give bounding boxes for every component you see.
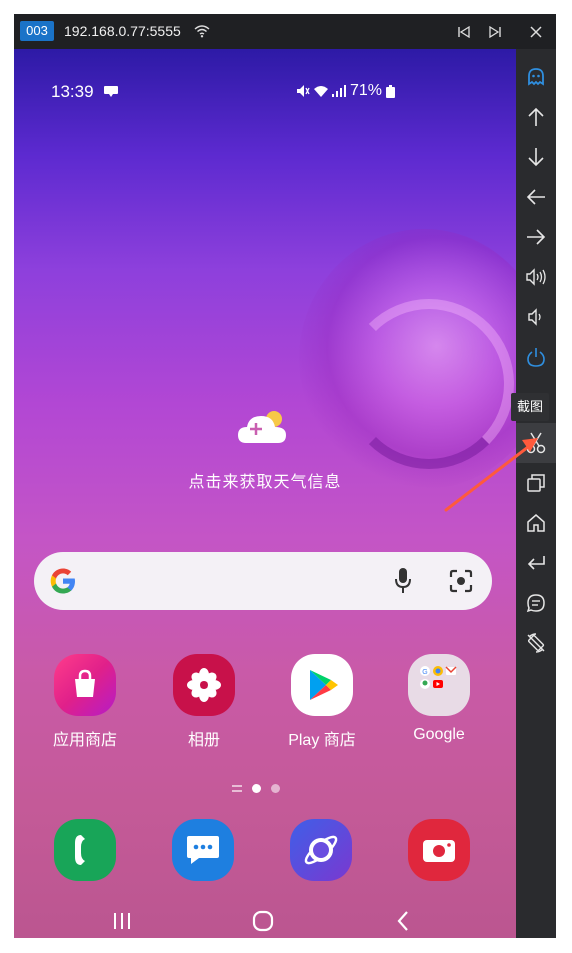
- app-label: 应用商店: [52, 732, 117, 749]
- ghost-icon[interactable]: [516, 57, 556, 97]
- google-search-bar[interactable]: [34, 552, 492, 610]
- status-icons: 71%: [296, 82, 396, 100]
- volume-up-icon[interactable]: [516, 257, 556, 297]
- status-time: 13:39: [51, 82, 94, 101]
- wifi-icon: [194, 25, 210, 38]
- recents-nav-icon[interactable]: [112, 911, 132, 931]
- mic-icon[interactable]: [395, 568, 411, 594]
- app-google-folder[interactable]: G Google: [389, 654, 489, 744]
- gallery-icon: [173, 654, 235, 716]
- arrow-right-icon[interactable]: [516, 217, 556, 257]
- arrow-left-icon[interactable]: [516, 177, 556, 217]
- svg-text:G: G: [422, 669, 427, 676]
- prev-icon[interactable]: [454, 22, 474, 42]
- messages-icon[interactable]: [172, 819, 234, 881]
- notification-icon: [104, 86, 118, 97]
- camera-icon[interactable]: [408, 819, 470, 881]
- phone-icon[interactable]: [54, 819, 116, 881]
- arrow-up-icon[interactable]: [516, 97, 556, 137]
- power-icon[interactable]: [516, 337, 556, 377]
- lens-icon[interactable]: [449, 569, 473, 593]
- wifi-status-icon: [314, 86, 328, 97]
- app-gallery[interactable]: 相册: [154, 654, 254, 750]
- pager-dot-active: [252, 784, 261, 793]
- google-g-icon: [50, 568, 75, 594]
- app-play-store[interactable]: Play 商店: [272, 654, 372, 750]
- device-address: 192.168.0.77:5555: [64, 23, 181, 39]
- page-indicator: [232, 784, 280, 793]
- weather-prompt[interactable]: 点击来获取天气信息: [134, 468, 396, 492]
- rotate-icon[interactable]: [516, 623, 556, 663]
- battery-icon: [386, 84, 396, 98]
- android-nav-bar: [14, 907, 516, 937]
- weather-add-icon[interactable]: [236, 407, 290, 447]
- play-store-icon: [291, 654, 353, 716]
- scrcpy-window: 003 192.168.0.77:5555 13:39 71% 点击来获取天气信…: [14, 14, 556, 938]
- app-label: 相册: [187, 732, 220, 749]
- next-icon[interactable]: [485, 22, 505, 42]
- device-badge: 003: [20, 21, 54, 41]
- google-folder-icon: G: [408, 654, 470, 716]
- app-galaxy-store[interactable]: 应用商店: [35, 654, 135, 750]
- internet-icon[interactable]: [290, 819, 352, 881]
- back-nav-icon[interactable]: [396, 910, 410, 932]
- volume-down-icon[interactable]: [516, 297, 556, 337]
- annotation-arrow: [444, 438, 538, 512]
- signal-icon: [332, 85, 346, 97]
- screenshot-tooltip: 截图: [511, 393, 549, 421]
- arrow-down-icon[interactable]: [516, 137, 556, 177]
- title-bar: 003 192.168.0.77:5555: [14, 14, 556, 49]
- back-icon[interactable]: [516, 543, 556, 583]
- pager-dot: [271, 784, 280, 793]
- mute-icon: [297, 85, 310, 97]
- chat-icon[interactable]: [516, 583, 556, 623]
- app-label: Play 商店: [288, 732, 356, 749]
- pager-lines: [232, 784, 242, 792]
- close-icon[interactable]: [526, 22, 546, 42]
- app-label: Google: [413, 726, 465, 743]
- galaxy-store-icon: [54, 654, 116, 716]
- home-nav-icon[interactable]: [252, 910, 274, 932]
- battery-percent: 71%: [350, 82, 383, 99]
- phone-screen: 13:39 71% 点击来获取天气信息 应用商店 相册 Play 商店 G Go…: [14, 49, 516, 938]
